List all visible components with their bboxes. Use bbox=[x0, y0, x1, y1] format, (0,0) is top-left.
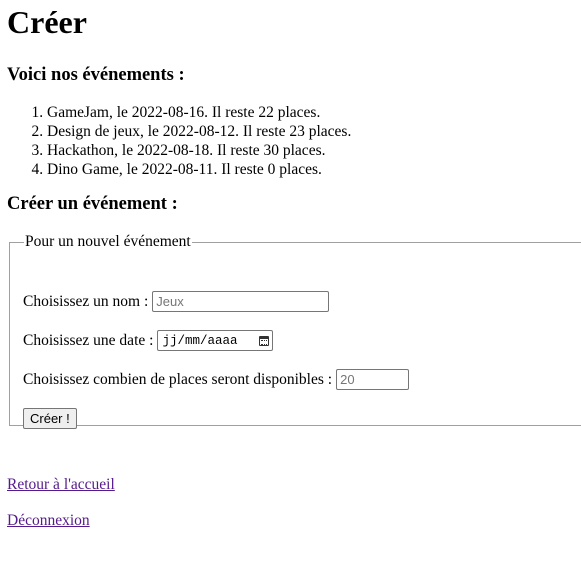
fieldset-legend: Pour un nouvel événement bbox=[25, 233, 191, 250]
list-item: Hackathon, le 2022-08-18. Il reste 30 pl… bbox=[47, 141, 351, 160]
submit-row: Créer ! bbox=[23, 408, 77, 429]
events-heading: Voici nos événements : bbox=[7, 65, 185, 85]
events-list: GameJam, le 2022-08-16. Il reste 22 plac… bbox=[7, 103, 351, 179]
date-placeholder: jj/mm/aaaa bbox=[162, 333, 238, 348]
list-item: Design de jeux, le 2022-08-12. Il reste … bbox=[47, 122, 351, 141]
name-input[interactable] bbox=[152, 291, 330, 312]
list-item: Dino Game, le 2022-08-11. Il reste 0 pla… bbox=[47, 160, 351, 179]
places-row: Choisissez combien de places seront disp… bbox=[23, 369, 410, 390]
logout-link[interactable]: Déconnexion bbox=[7, 512, 90, 530]
create-button[interactable]: Créer ! bbox=[23, 408, 77, 429]
places-input[interactable] bbox=[336, 369, 410, 390]
date-label: Choisissez une date : bbox=[23, 331, 154, 349]
new-event-fieldset: Pour un nouvel événement Choisissez un n… bbox=[9, 233, 581, 429]
date-input[interactable]: jj/mm/aaaa bbox=[157, 330, 274, 351]
create-heading: Créer un événement : bbox=[7, 194, 178, 214]
places-label: Choisissez combien de places seront disp… bbox=[23, 370, 333, 388]
list-item: GameJam, le 2022-08-16. Il reste 22 plac… bbox=[47, 103, 351, 122]
home-link[interactable]: Retour à l'accueil bbox=[7, 476, 115, 494]
name-label: Choisissez un nom : bbox=[23, 292, 149, 310]
name-row: Choisissez un nom : bbox=[23, 291, 330, 312]
date-row: Choisissez une date : jj/mm/aaaa bbox=[23, 330, 274, 351]
page-title: Créer bbox=[7, 4, 87, 40]
calendar-icon[interactable] bbox=[259, 335, 270, 346]
